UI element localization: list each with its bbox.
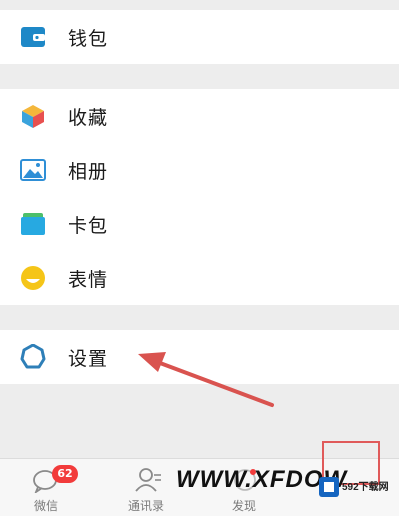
unread-badge: 62 (52, 465, 78, 483)
wallet-label: 钱包 (68, 27, 109, 50)
collection-group: 收藏 相册 卡包 表情 (0, 89, 399, 305)
tab-chats[interactable]: 62 微信 (6, 459, 86, 516)
tab-discover-label: 发现 (231, 499, 256, 513)
album-label: 相册 (68, 160, 109, 183)
menu-item-album[interactable]: 相册 (0, 143, 399, 197)
card-wallet-icon (20, 211, 46, 237)
watermark-site: 592下载网 (342, 482, 389, 493)
smiley-icon (20, 265, 46, 291)
tab-contacts[interactable]: 通讯录 (106, 459, 186, 516)
gear-icon (20, 344, 46, 370)
wallet-group: 钱包 (0, 10, 399, 64)
menu-item-settings[interactable]: 设置 (0, 330, 399, 384)
stickers-label: 表情 (68, 268, 109, 291)
menu-item-wallet[interactable]: 钱包 (0, 10, 399, 64)
settings-label: 设置 (68, 347, 109, 370)
menu-item-favorites[interactable]: 收藏 (0, 89, 399, 143)
photo-icon (20, 157, 46, 183)
tab-chats-label: 微信 (33, 499, 58, 513)
tab-contacts-label: 通讯录 (127, 499, 164, 513)
wallet-icon (20, 24, 46, 50)
menu-item-cards[interactable]: 卡包 (0, 197, 399, 251)
me-screen: 钱包 收藏 相册 卡包 表情 设置 62 微信 通讯录 发现 WWW.XFDOW… (0, 0, 399, 516)
menu-item-stickers[interactable]: 表情 (0, 251, 399, 305)
cube-icon (20, 103, 46, 129)
contacts-icon (134, 467, 162, 497)
favorites-label: 收藏 (68, 106, 109, 129)
cards-label: 卡包 (68, 214, 109, 237)
settings-group: 设置 (0, 330, 399, 384)
